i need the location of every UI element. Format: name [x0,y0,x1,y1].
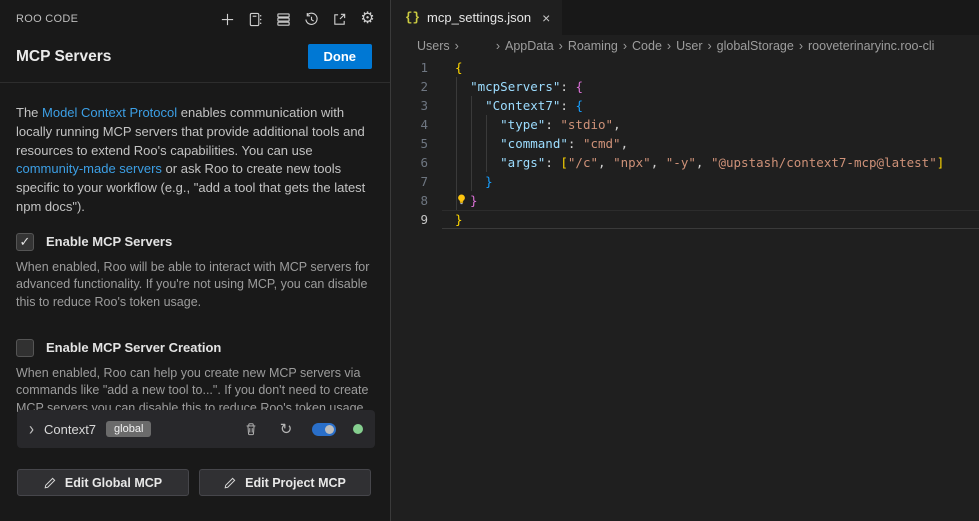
editor-tab-bar: {} mcp_settings.json × [392,0,979,35]
code-text: "Context7": { [455,96,583,115]
line-number: 4 [392,115,428,134]
vscode-window: ROO CODE ⚙ [0,0,979,521]
mcp-description: The Model Context Protocol enables commu… [0,83,390,217]
enable-mcp-servers-description: When enabled, Roo will be able to intera… [16,259,374,312]
chevron-right-icon: › [667,39,671,53]
code-line[interactable]: 9} [392,210,979,229]
code-line[interactable]: 3 "Context7": { [392,96,979,115]
chevron-right-icon: › [623,39,627,53]
code-line[interactable]: 2 "mcpServers": { [392,77,979,96]
code-text: "mcpServers": { [455,77,583,96]
enable-mcp-creation-checkbox[interactable] [16,339,34,357]
line-number: 1 [392,58,428,77]
chevron-right-icon: › [496,39,500,53]
breadcrumb-item[interactable]: globalStorage [717,39,794,53]
breadcrumb-item[interactable]: AppData [505,39,554,53]
intro-text: The [16,105,42,120]
code-text: "args": ["/c", "npx", "-y", "@upstash/co… [455,153,944,172]
breadcrumb-item[interactable]: Code [632,39,662,53]
line-number: 3 [392,96,428,115]
chevron-right-icon: › [559,39,563,53]
edit-project-mcp-button[interactable]: Edit Project MCP [199,469,371,496]
mcp-edit-buttons: Edit Global MCP Edit Project MCP [17,469,371,496]
enable-mcp-servers-setting: ✓ Enable MCP Servers When enabled, Roo w… [0,217,390,312]
code-line[interactable]: 7 } [392,172,979,191]
editor-group: {} mcp_settings.json × Users › › AppData › Ro… [392,0,979,521]
lightbulb-code-action-icon[interactable] [455,192,470,205]
panel-header: ROO CODE ⚙ [0,0,390,30]
line-number: 9 [392,210,428,229]
delete-server-icon[interactable] [242,420,260,438]
notepad-icon[interactable] [247,11,264,28]
code-text: "command": "cmd", [455,134,628,153]
server-name: Context7 [44,422,96,437]
code-line[interactable]: 5 "command": "cmd", [392,134,979,153]
current-line-highlight [442,210,979,229]
enable-mcp-creation-label: Enable MCP Server Creation [46,340,221,355]
plus-icon[interactable] [219,11,236,28]
close-icon[interactable]: × [542,10,550,26]
code-text: } [455,191,478,210]
panel-title: ROO CODE [16,13,78,25]
model-context-protocol-link[interactable]: Model Context Protocol [42,105,177,120]
breadcrumb-item[interactable]: User [676,39,702,53]
line-number: 6 [392,153,428,172]
toggle-knob [325,425,334,434]
open-external-icon[interactable] [331,11,348,28]
breadcrumb-item[interactable]: rooveterinaryinc.roo-cli [808,39,934,53]
code-text: } [455,172,493,191]
settings-gear-icon[interactable]: ⚙ [359,11,376,28]
breadcrumb[interactable]: Users › › AppData › Roaming › Code › User › globalS… [392,35,979,57]
scope-badge: global [106,421,151,437]
code-line[interactable]: 4 "type": "stdio", [392,115,979,134]
enable-mcp-servers-checkbox[interactable]: ✓ [16,233,34,251]
code-line[interactable]: 6 "args": ["/c", "npx", "-y", "@upstash/… [392,153,979,172]
history-icon[interactable] [303,11,320,28]
tab-mcp-settings-json[interactable]: {} mcp_settings.json × [392,0,562,35]
server-enabled-toggle[interactable] [312,423,336,436]
chevron-right-icon: › [799,39,803,53]
panel-toolbar: ⚙ [219,11,376,28]
page-title: MCP Servers [16,48,111,66]
chevron-right-icon[interactable]: › [29,419,34,439]
line-number: 8 [392,191,428,210]
mcp-servers-icon[interactable] [275,11,292,28]
code-text: { [455,58,463,77]
chevron-right-icon: › [708,39,712,53]
code-text: "type": "stdio", [455,115,621,134]
community-made-servers-link[interactable]: community-made servers [16,161,162,176]
breadcrumb-item[interactable]: Roaming [568,39,618,53]
pencil-icon [44,477,56,489]
line-number: 2 [392,77,428,96]
mcp-server-row-context7[interactable]: › Context7 global ↻ [17,410,375,448]
pencil-icon [224,477,236,489]
enable-mcp-creation-setting: Enable MCP Server Creation When enabled,… [0,312,390,418]
tab-filename: mcp_settings.json [427,10,531,25]
chevron-right-icon: › [455,39,459,53]
code-editor[interactable]: 1{2 "mcpServers": {3 "Context7": {4 "typ… [392,57,979,229]
enable-mcp-servers-label: Enable MCP Servers [46,234,172,249]
roo-code-panel: ROO CODE ⚙ [0,0,391,521]
breadcrumb-item[interactable]: Users [417,39,450,53]
edit-global-mcp-button[interactable]: Edit Global MCP [17,469,189,496]
code-line[interactable]: 1{ [392,58,979,77]
view-header: MCP Servers Done [0,30,390,69]
code-line[interactable]: 8} [392,191,979,210]
line-number: 5 [392,134,428,153]
server-status-dot [353,424,363,434]
json-file-icon: {} [405,11,420,25]
code-text: } [455,210,463,229]
done-button[interactable]: Done [308,44,373,69]
restart-server-icon[interactable]: ↻ [277,420,295,438]
line-number: 7 [392,172,428,191]
